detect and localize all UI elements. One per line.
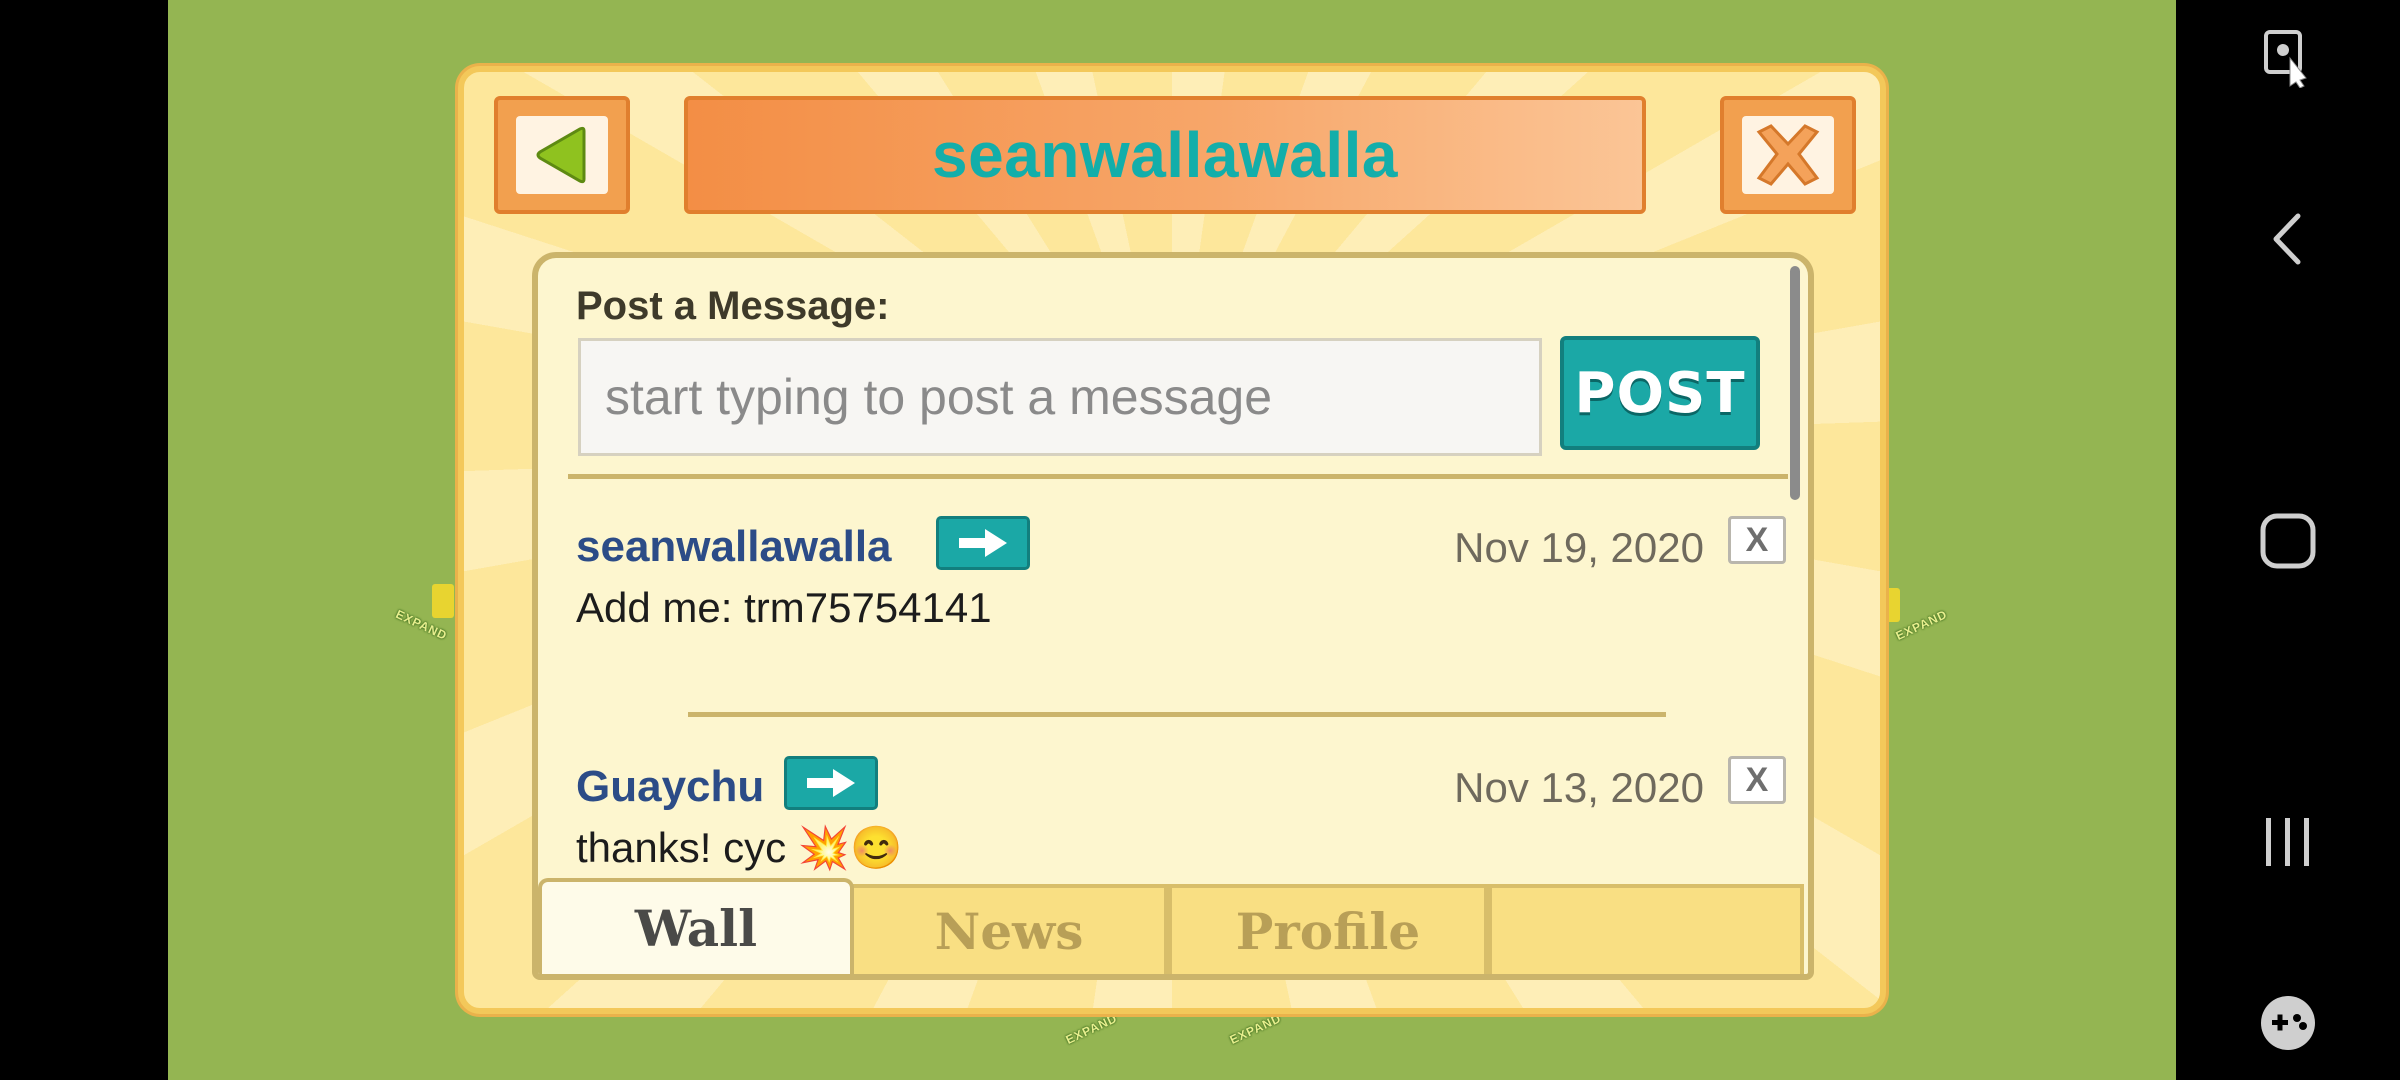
post-divider bbox=[688, 712, 1666, 717]
post-author[interactable]: Guaychu bbox=[576, 762, 764, 812]
profile-dialog: seanwallawalla Post a Message: POST sean… bbox=[458, 66, 1886, 1014]
tab-bar: Profile News Wall bbox=[538, 878, 1808, 974]
dialog-title: seanwallawalla bbox=[932, 119, 1398, 191]
expand-tab-bottom-left[interactable]: EXPAND bbox=[1064, 1010, 1124, 1070]
expand-flag-icon bbox=[432, 584, 454, 618]
game-launcher-icon[interactable] bbox=[2259, 994, 2317, 1057]
system-navigation-bar bbox=[2176, 0, 2400, 1080]
close-x-icon bbox=[1756, 124, 1820, 186]
tab-news[interactable]: News bbox=[850, 884, 1168, 974]
composer-divider bbox=[568, 474, 1788, 479]
expand-label: EXPAND bbox=[1893, 607, 1950, 643]
post-date: Nov 13, 2020 bbox=[1454, 764, 1704, 811]
post-body: thanks! cyc 💥😊 bbox=[576, 824, 903, 871]
close-button[interactable] bbox=[1720, 96, 1856, 214]
post-body: Add me: trm75754141 bbox=[576, 584, 992, 631]
delete-post-button[interactable]: X bbox=[1728, 756, 1786, 804]
post-author[interactable]: seanwallawalla bbox=[576, 522, 892, 572]
recents-nav-icon[interactable] bbox=[2262, 816, 2314, 873]
post-date: Nov 19, 2020 bbox=[1454, 524, 1704, 571]
back-arrow-icon bbox=[536, 126, 586, 184]
delete-post-button[interactable]: X bbox=[1728, 516, 1786, 564]
wall-panel: Post a Message: POST seanwallawalla Nov … bbox=[532, 252, 1814, 980]
screen-pin-icon[interactable] bbox=[2262, 28, 2314, 93]
title-bar: seanwallawalla bbox=[684, 96, 1646, 214]
expand-label: EXPAND bbox=[1227, 1011, 1284, 1047]
message-input[interactable] bbox=[578, 338, 1542, 456]
post-button[interactable]: POST bbox=[1560, 336, 1760, 450]
back-button[interactable] bbox=[494, 96, 630, 214]
expand-label: EXPAND bbox=[1063, 1011, 1120, 1047]
tab-wall[interactable]: Wall bbox=[538, 878, 854, 974]
tab-profile[interactable]: Profile bbox=[1168, 884, 1488, 974]
home-nav-icon[interactable] bbox=[2259, 512, 2317, 575]
tab-empty[interactable] bbox=[1488, 884, 1804, 974]
back-nav-icon[interactable] bbox=[2268, 212, 2308, 271]
expand-tab-left[interactable]: EXPAND bbox=[394, 578, 454, 643]
arrow-right-icon bbox=[959, 529, 1007, 557]
visit-profile-button[interactable] bbox=[784, 756, 878, 810]
arrow-right-icon bbox=[807, 769, 855, 797]
visit-profile-button[interactable] bbox=[936, 516, 1030, 570]
expand-tab-bottom-right[interactable]: EXPAND bbox=[1228, 1010, 1288, 1070]
post-message-label: Post a Message: bbox=[576, 284, 890, 328]
expand-tab-right[interactable]: EXPAND bbox=[1878, 578, 1950, 643]
scrollbar[interactable] bbox=[1790, 266, 1800, 500]
